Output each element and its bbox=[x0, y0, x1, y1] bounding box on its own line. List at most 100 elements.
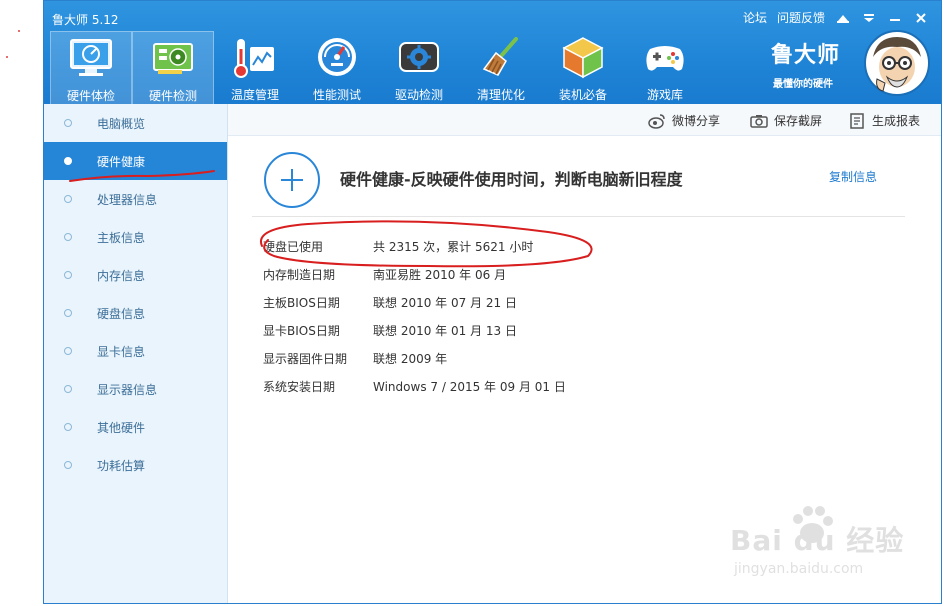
sidebar-item-cpu[interactable]: 处理器信息 bbox=[44, 180, 227, 218]
info-value: 共 2315 次，累计 5621 小时 bbox=[373, 240, 534, 254]
sidebar-item-label: 内存信息 bbox=[97, 269, 146, 283]
generate-report-button[interactable]: 生成报表 bbox=[848, 112, 920, 129]
radio-dot-icon bbox=[64, 347, 72, 355]
info-value: 南亚易胜 2010 年 06 月 bbox=[373, 268, 507, 282]
minimize-icon[interactable] bbox=[887, 11, 903, 25]
radio-dot-icon bbox=[64, 423, 72, 431]
nav-item-hardware-detect[interactable]: 硬件检测 bbox=[132, 31, 214, 104]
info-key: 显示器固件日期 bbox=[263, 352, 348, 366]
nav-item-temperature[interactable]: 温度管理 bbox=[214, 31, 296, 104]
nav-label: 装机必备 bbox=[558, 88, 607, 102]
brand-name: 鲁大师 bbox=[771, 43, 841, 68]
sidebar-item-display[interactable]: 显示器信息 bbox=[44, 370, 227, 408]
sidebar-item-label: 功耗估算 bbox=[97, 459, 146, 473]
driver-gear-icon bbox=[394, 34, 444, 80]
nav-item-performance[interactable]: 性能测试 bbox=[296, 31, 378, 104]
camera-icon bbox=[750, 113, 768, 129]
page-title: 硬件健康-反映硬件使用时间，判断电脑新旧程度 bbox=[340, 170, 683, 189]
sidebar-item-label: 主板信息 bbox=[97, 231, 146, 245]
close-icon[interactable] bbox=[913, 11, 929, 25]
feedback-link[interactable]: 问题反馈 bbox=[777, 9, 825, 26]
nav-label: 性能测试 bbox=[312, 88, 361, 102]
toolbar: 微博分享 保存截屏 生成报表 bbox=[228, 104, 941, 136]
nav-label: 游戏库 bbox=[646, 88, 683, 102]
broom-icon bbox=[476, 34, 526, 80]
sidebar-item-overview[interactable]: 电脑概览 bbox=[44, 104, 227, 142]
info-key: 主板BIOS日期 bbox=[263, 296, 340, 310]
sidebar-item-motherboard[interactable]: 主板信息 bbox=[44, 218, 227, 256]
main-nav: 硬件体检 硬件检测 温度管理 性能测试 驱动检测 清理优化 装机必备 游戏库 bbox=[50, 31, 706, 104]
menu-icon[interactable] bbox=[861, 11, 877, 25]
brand-slogan: 最懂你的硬件 bbox=[773, 79, 833, 90]
screen: 鲁大师 5.12 论坛 问题反馈 硬件体检 硬件检测 温度管理 性能测试 驱动检… bbox=[0, 0, 946, 606]
monitor-gauge-icon bbox=[66, 35, 116, 81]
sidebar-item-label: 硬盘信息 bbox=[97, 307, 146, 321]
save-screenshot-label: 保存截屏 bbox=[774, 114, 823, 128]
cube-box-icon bbox=[558, 34, 608, 80]
nav-item-games[interactable]: 游戏库 bbox=[624, 31, 706, 104]
thermometer-icon bbox=[230, 34, 280, 80]
sidebar-item-label: 显卡信息 bbox=[97, 345, 146, 359]
speedometer-icon bbox=[312, 34, 362, 80]
info-key: 内存制造日期 bbox=[263, 268, 336, 282]
radio-dot-icon bbox=[64, 195, 72, 203]
weibo-share-label: 微博分享 bbox=[672, 114, 721, 128]
generate-report-label: 生成报表 bbox=[872, 114, 921, 128]
app-window: 鲁大师 5.12 论坛 问题反馈 硬件体检 硬件检测 温度管理 性能测试 驱动检… bbox=[43, 0, 942, 604]
gamepad-icon bbox=[640, 34, 690, 80]
app-title: 鲁大师 5.12 bbox=[52, 13, 119, 27]
radio-dot-icon bbox=[64, 157, 72, 165]
sidebar-item-label: 处理器信息 bbox=[97, 193, 158, 207]
graphics-card-icon bbox=[148, 35, 198, 81]
info-value: 联想 2010 年 01 月 13 日 bbox=[373, 324, 517, 338]
info-value: 联想 2009 年 bbox=[373, 352, 448, 366]
top-links: 论坛 问题反馈 bbox=[743, 9, 929, 26]
sidebar-item-gpu[interactable]: 显卡信息 bbox=[44, 332, 227, 370]
divider bbox=[252, 216, 905, 217]
sidebar-item-label: 电脑概览 bbox=[97, 117, 146, 131]
sidebar-item-power[interactable]: 功耗估算 bbox=[44, 446, 227, 484]
sidebar-item-other[interactable]: 其他硬件 bbox=[44, 408, 227, 446]
info-key: 硬盘已使用 bbox=[263, 240, 324, 254]
nav-item-cleanup[interactable]: 清理优化 bbox=[460, 31, 542, 104]
nav-label: 驱动检测 bbox=[394, 88, 443, 102]
radio-dot-icon bbox=[64, 271, 72, 279]
brand: 鲁大师 最懂你的硬件 bbox=[771, 29, 931, 99]
weibo-share-button[interactable]: 微博分享 bbox=[648, 112, 720, 129]
header-bar: 鲁大师 5.12 论坛 问题反馈 硬件体检 硬件检测 温度管理 性能测试 驱动检… bbox=[44, 1, 941, 104]
sidebar-item-label: 其他硬件 bbox=[97, 421, 146, 435]
info-value: Windows 7 / 2015 年 09 月 01 日 bbox=[373, 380, 566, 394]
info-value: 联想 2010 年 07 月 21 日 bbox=[373, 296, 517, 310]
nav-item-hardware-checkup[interactable]: 硬件体检 bbox=[50, 31, 132, 104]
stray-red-dot bbox=[18, 30, 20, 32]
nav-item-essentials[interactable]: 装机必备 bbox=[542, 31, 624, 104]
nav-label: 硬件检测 bbox=[148, 89, 197, 103]
copy-info-link[interactable]: 复制信息 bbox=[829, 168, 877, 185]
radio-dot-icon bbox=[64, 233, 72, 241]
save-screenshot-button[interactable]: 保存截屏 bbox=[750, 112, 822, 129]
sidebar-item-memory[interactable]: 内存信息 bbox=[44, 256, 227, 294]
nav-label: 硬件体检 bbox=[66, 89, 115, 103]
plus-circle-icon bbox=[264, 152, 320, 208]
sidebar: 电脑概览 硬件健康 处理器信息 主板信息 内存信息 硬盘信息 显卡信息 显示器信… bbox=[44, 104, 228, 603]
info-key: 显卡BIOS日期 bbox=[263, 324, 340, 338]
nav-label: 清理优化 bbox=[476, 88, 525, 102]
nav-label: 温度管理 bbox=[230, 88, 279, 102]
sidebar-item-disk[interactable]: 硬盘信息 bbox=[44, 294, 227, 332]
forum-link[interactable]: 论坛 bbox=[743, 9, 767, 26]
radio-dot-icon bbox=[64, 119, 72, 127]
report-icon bbox=[848, 112, 866, 129]
nav-item-driver[interactable]: 驱动检测 bbox=[378, 31, 460, 104]
main-panel: 硬件健康-反映硬件使用时间，判断电脑新旧程度 复制信息 硬盘已使用 共 2315… bbox=[228, 136, 941, 603]
skin-icon[interactable] bbox=[835, 11, 851, 25]
radio-dot-icon bbox=[64, 461, 72, 469]
sidebar-item-label: 硬件健康 bbox=[97, 155, 146, 169]
sidebar-item-label: 显示器信息 bbox=[97, 383, 158, 397]
mascot-avatar-icon[interactable] bbox=[863, 29, 931, 97]
info-key: 系统安装日期 bbox=[263, 380, 336, 394]
stray-red-dot bbox=[6, 56, 8, 58]
radio-dot-icon bbox=[64, 309, 72, 317]
sidebar-item-hardware-health[interactable]: 硬件健康 bbox=[44, 142, 227, 180]
radio-dot-icon bbox=[64, 385, 72, 393]
weibo-icon bbox=[648, 113, 666, 129]
